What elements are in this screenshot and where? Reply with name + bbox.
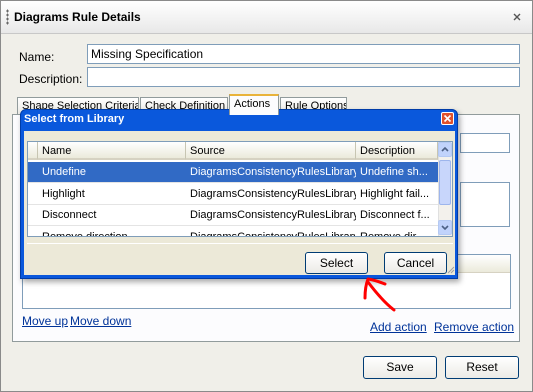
table-row-partial[interactable]: Remove direction DiagramsConsistencyRule… <box>28 227 438 236</box>
column-header-description[interactable]: Description <box>356 142 438 160</box>
cell-source: DiagramsConsistencyRulesLibrary <box>186 227 356 236</box>
dialog-title: Select from Library <box>24 113 125 125</box>
scrollbar-thumb[interactable] <box>439 160 451 205</box>
column-header-name[interactable]: Name <box>38 142 186 160</box>
annotation-arrow <box>363 277 396 312</box>
description-label: Description: <box>19 72 83 86</box>
cell-name: Undefine <box>42 166 87 178</box>
cell-source: DiagramsConsistencyRulesLibrary <box>190 188 356 200</box>
scroll-down-icon[interactable] <box>438 220 452 235</box>
cell-name: Remove direction <box>38 227 186 236</box>
cell-source: DiagramsConsistencyRulesLibrary <box>190 209 356 221</box>
remove-action-link[interactable]: Remove action <box>434 320 514 334</box>
table-row[interactable]: Undefine DiagramsConsistencyRulesLibrary… <box>28 162 438 183</box>
name-label: Name: <box>19 50 55 64</box>
description-field[interactable] <box>87 67 520 87</box>
cell-description: Disconnect f... <box>360 209 430 221</box>
add-action-link[interactable]: Add action <box>370 320 427 334</box>
cell-source: DiagramsConsistencyRulesLibrary <box>190 166 356 178</box>
grid-row-header-corner <box>28 142 38 160</box>
move-down-link[interactable]: Move down <box>70 314 131 328</box>
panel-title: Diagrams Rule Details <box>14 10 141 24</box>
dialog-divider <box>27 243 453 244</box>
save-button[interactable]: Save <box>363 356 437 379</box>
modal-close-icon[interactable] <box>441 112 454 125</box>
name-field[interactable]: Missing Specification <box>87 44 520 64</box>
drag-grip-icon[interactable] <box>6 9 9 25</box>
resize-grip-icon[interactable] <box>447 266 455 274</box>
close-icon[interactable] <box>511 11 523 23</box>
move-up-link[interactable]: Move up <box>22 314 68 328</box>
scroll-up-icon[interactable] <box>438 142 452 157</box>
cell-name: Highlight <box>42 188 85 200</box>
tab-actions[interactable]: Actions <box>229 94 279 115</box>
background-field <box>460 133 510 153</box>
cell-description: Undefine sh... <box>360 166 428 178</box>
reset-button[interactable]: Reset <box>445 356 519 379</box>
cell-description: Remove dir... <box>356 227 438 236</box>
cell-description: Highlight fail... <box>360 188 430 200</box>
actions-list-header <box>458 255 510 273</box>
background-box <box>460 182 510 227</box>
table-row[interactable]: Disconnect DiagramsConsistencyRulesLibra… <box>28 205 438 226</box>
cell-name: Disconnect <box>42 209 97 221</box>
table-row[interactable]: Highlight DiagramsConsistencyRulesLibrar… <box>28 184 438 205</box>
column-header-source[interactable]: Source <box>186 142 356 160</box>
